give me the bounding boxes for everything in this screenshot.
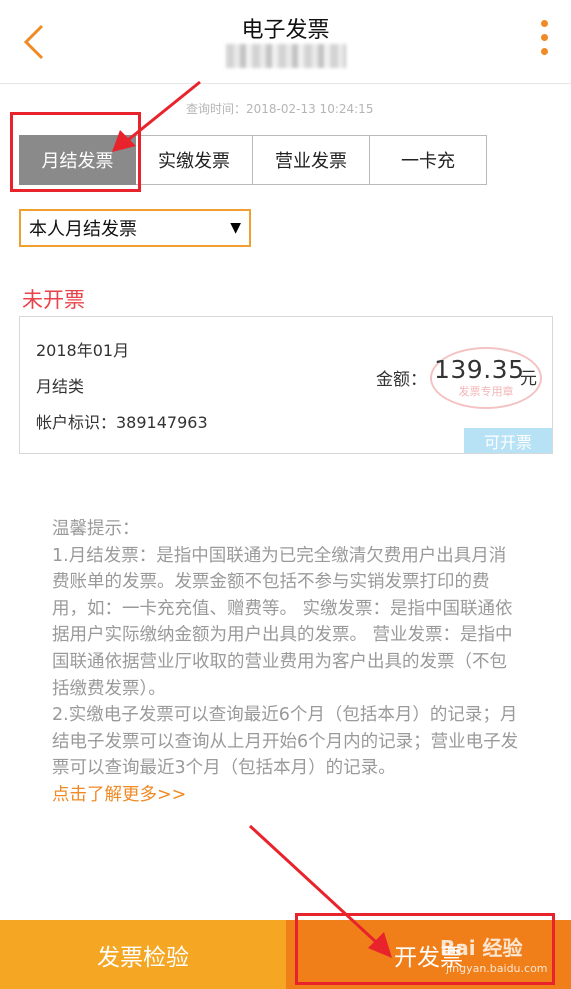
highlight-box-tab <box>10 112 141 192</box>
tips-section: 温馨提示： 1.月结发票：是指中国联通为已完全缴清欠费用户出具月消费账单的发票。… <box>52 516 522 809</box>
highlight-box-button <box>295 913 555 985</box>
invoice-month: 2018年01月 <box>36 341 130 360</box>
tab-business-invoice[interactable]: 营业发票 <box>253 135 370 185</box>
page-title: 电子发票 <box>241 18 330 43</box>
amount-unit: 元 <box>520 369 537 389</box>
learn-more-link[interactable]: 点击了解更多>> <box>52 782 522 809</box>
tab-one-card-recharge[interactable]: 一卡充 <box>370 135 487 185</box>
tab-paid-invoice[interactable]: 实缴发票 <box>136 135 253 185</box>
more-vertical-icon[interactable] <box>532 20 556 64</box>
select-value: 本人月结发票 <box>29 219 137 240</box>
invoice-owner-select[interactable]: 本人月结发票 ▼ <box>19 209 251 247</box>
status-title: 未开票 <box>22 288 85 312</box>
invoice-type: 月结类 <box>36 377 85 396</box>
tips-body: 1.月结发票：是指中国联通为已完全缴清欠费用户出具月消费账单的发票。发票金额不包… <box>52 545 519 779</box>
query-time: 查询时间：2018-02-13 10:24:15 <box>186 102 374 116</box>
invoice-card[interactable]: 2018年01月 月结类 帐户标识：389147963 金额： 发票专用章 13… <box>19 316 553 454</box>
verify-invoice-button[interactable]: 发票检验 <box>0 920 286 989</box>
invoice-amount: 139.35 <box>434 355 525 384</box>
tips-heading: 温馨提示： <box>52 519 140 539</box>
amount-label: 金额： <box>376 370 427 390</box>
header-bar: 电子发票 <box>0 0 571 84</box>
caret-down-icon: ▼ <box>230 220 241 236</box>
account-id: 帐户标识：389147963 <box>36 413 208 432</box>
blurred-phone-number <box>226 44 346 68</box>
status-badge: 可开票 <box>464 428 552 453</box>
